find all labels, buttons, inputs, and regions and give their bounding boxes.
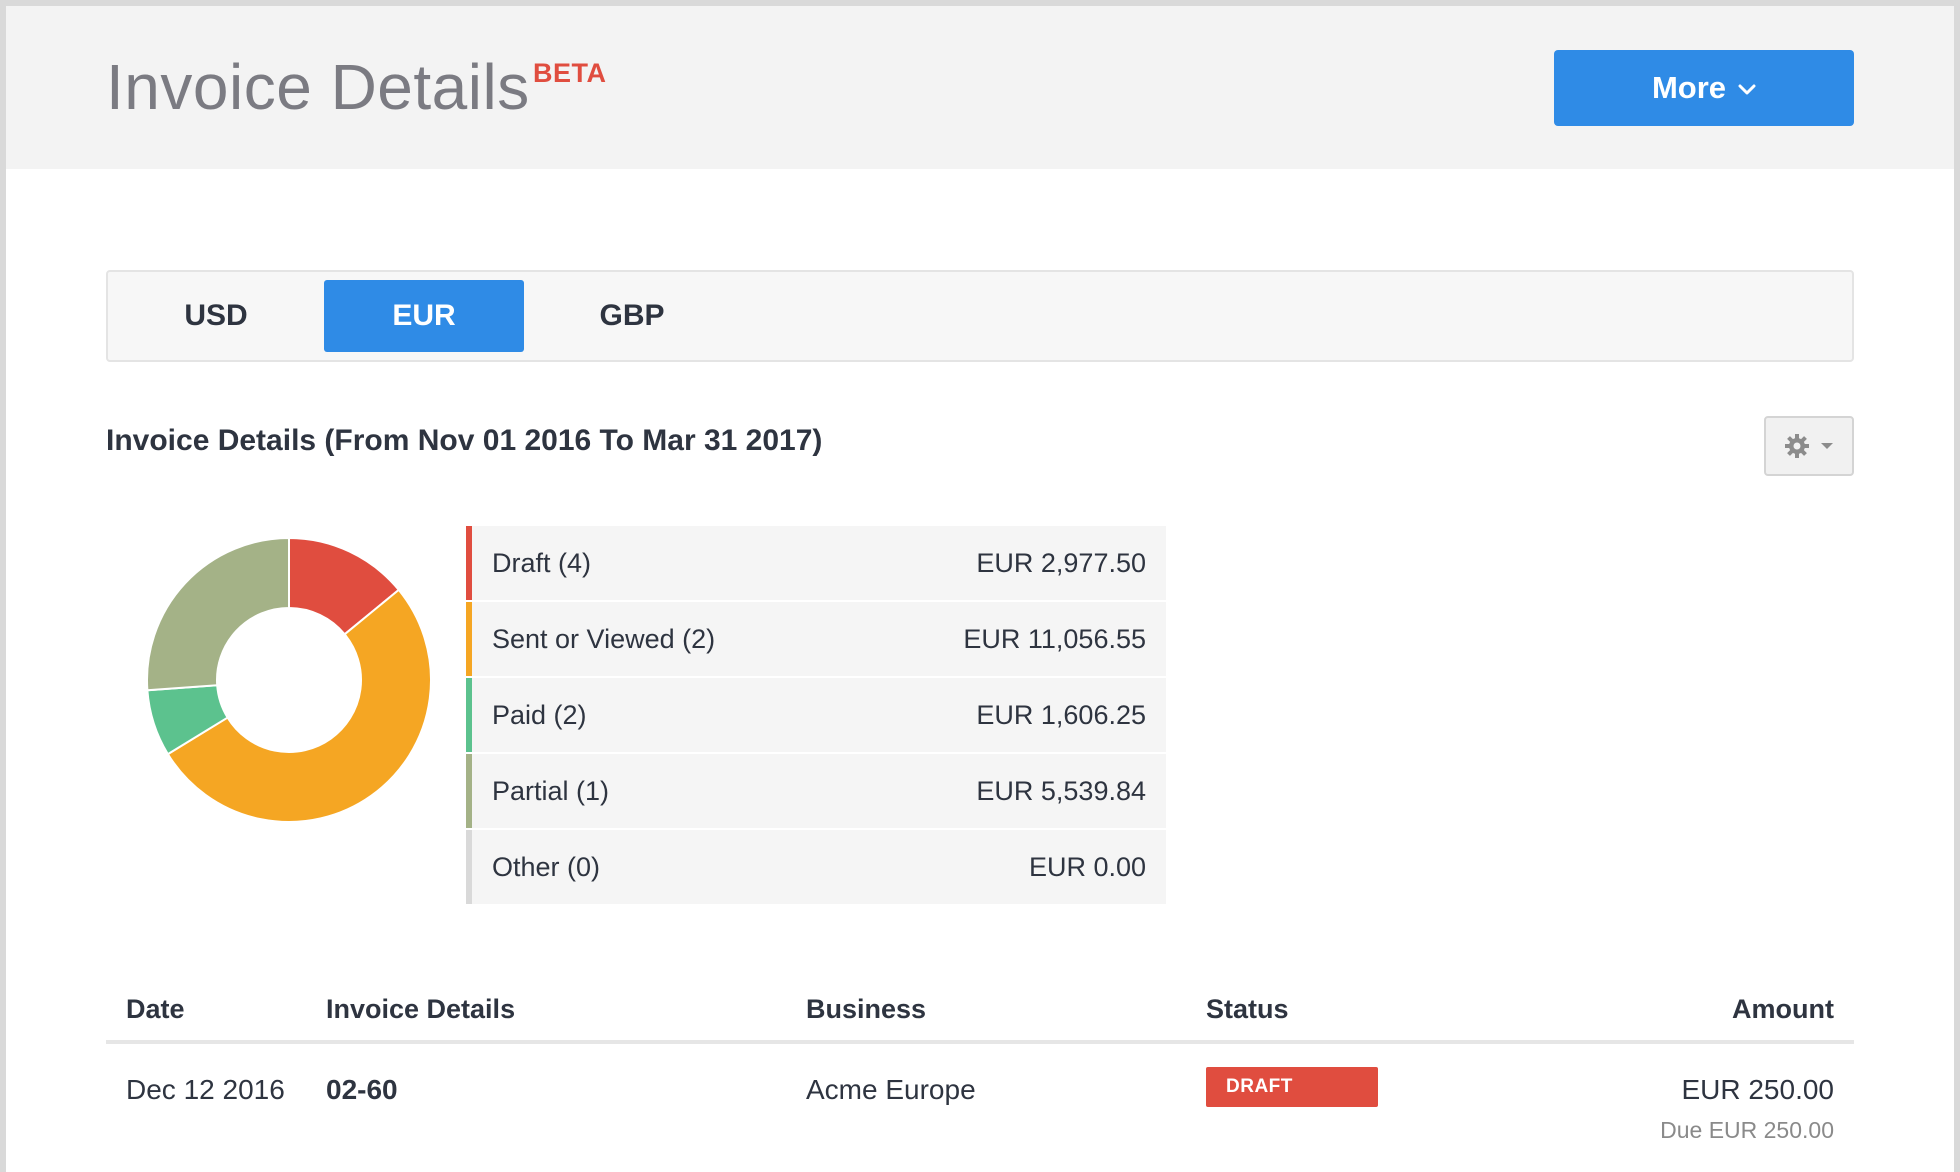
- row-business: Acme Europe: [806, 1074, 976, 1105]
- summary-row-draft[interactable]: Draft (4) EUR 2,977.50: [466, 526, 1166, 600]
- column-header-business[interactable]: Business: [806, 994, 926, 1025]
- summary-row-sent[interactable]: Sent or Viewed (2) EUR 11,056.55: [466, 602, 1166, 676]
- beta-badge: BETA: [533, 58, 607, 88]
- column-header-status[interactable]: Status: [1206, 994, 1289, 1025]
- status-badge: DRAFT: [1206, 1067, 1378, 1107]
- tab-gbp[interactable]: GBP: [532, 280, 732, 352]
- summary-amount: EUR 1,606.25: [976, 699, 1146, 730]
- status-summary-list: Draft (4) EUR 2,977.50 Sent or Viewed (2…: [466, 526, 1166, 906]
- table-row[interactable]: Dec 12 2016 02-60 Acme Europe DRAFT EUR …: [106, 1044, 1854, 1172]
- section-title: Invoice Details (From Nov 01 2016 To Mar…: [106, 424, 823, 457]
- summary-row-partial[interactable]: Partial (1) EUR 5,539.84: [466, 754, 1166, 828]
- row-amount-due: Due EUR 250.00: [1660, 1117, 1834, 1143]
- page-title: Invoice Details: [106, 51, 530, 123]
- invoice-table: Date Invoice Details Business Status Amo…: [106, 986, 1854, 1172]
- summary-label: Sent or Viewed (2): [492, 623, 716, 654]
- chevron-down-icon: [1738, 84, 1756, 95]
- column-header-invoice[interactable]: Invoice Details: [326, 994, 515, 1025]
- summary-label: Paid (2): [492, 699, 587, 730]
- summary-label: Partial (1): [492, 775, 610, 806]
- summary-label: Other (0): [492, 851, 601, 882]
- summary-amount: EUR 0.00: [1028, 851, 1146, 882]
- summary-row-other[interactable]: Other (0) EUR 0.00: [466, 830, 1166, 904]
- gear-icon: [1785, 434, 1809, 458]
- summary-label: Draft (4): [492, 547, 592, 578]
- row-amount: EUR 250.00: [1681, 1074, 1834, 1105]
- column-header-amount[interactable]: Amount: [1732, 994, 1834, 1025]
- caret-down-icon: [1821, 443, 1833, 449]
- status-donut-chart: [146, 537, 432, 823]
- row-invoice-number[interactable]: 02-60: [326, 1074, 398, 1106]
- column-header-date[interactable]: Date: [126, 994, 185, 1025]
- app-frame: Invoice Details BETA More USD EUR GBP In…: [6, 6, 1954, 1172]
- donut-slice-partial[interactable]: [146, 537, 290, 692]
- table-header: Date Invoice Details Business Status Amo…: [106, 986, 1854, 1044]
- currency-tabs: USD EUR GBP: [106, 270, 1854, 362]
- summary-amount: EUR 2,977.50: [976, 547, 1146, 578]
- settings-dropdown-button[interactable]: [1764, 416, 1854, 476]
- row-date: Dec 12 2016: [126, 1074, 285, 1105]
- summary-row-paid[interactable]: Paid (2) EUR 1,606.25: [466, 678, 1166, 752]
- more-button[interactable]: More: [1554, 50, 1854, 126]
- tab-usd[interactable]: USD: [116, 280, 316, 352]
- page-header: Invoice Details BETA More: [6, 6, 1954, 169]
- more-button-label: More: [1651, 70, 1727, 105]
- tab-eur[interactable]: EUR: [324, 280, 524, 352]
- summary-amount: EUR 5,539.84: [976, 775, 1146, 806]
- summary-amount: EUR 11,056.55: [963, 623, 1146, 654]
